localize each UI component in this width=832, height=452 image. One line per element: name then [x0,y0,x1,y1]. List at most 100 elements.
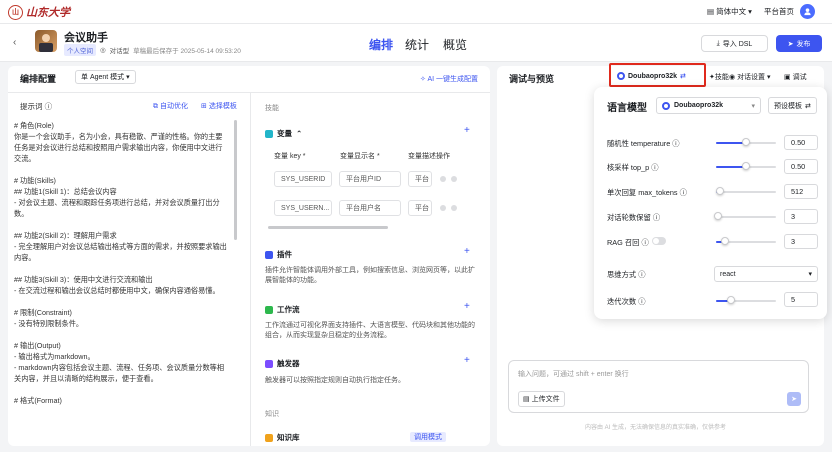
workflow-header[interactable]: 工作流 [265,304,300,315]
avatar[interactable] [800,4,815,19]
settings-slider-icon: ⇄ [805,102,811,110]
knowledge-section-label: 知识 [265,411,279,418]
var-row-actions[interactable] [440,205,457,211]
tab-overview[interactable]: 概览 [443,36,467,53]
add-workflow-button[interactable]: + [464,301,470,312]
knowledge-header[interactable]: 知识库 [265,432,300,443]
param-slider[interactable] [716,216,776,218]
preset-template-button[interactable]: 预设模板 ⇄ [768,97,817,114]
publish-button[interactable]: ➤ 发布 [776,35,822,52]
logo-text: 山东大学 [26,6,70,19]
auto-optimize-button[interactable]: ⧉ 自动优化 [153,101,188,111]
model-select[interactable]: Doubaopro32k ▾ [656,97,761,114]
chevron-down-icon: ▾ [751,102,755,110]
slider-handle[interactable] [727,296,735,304]
magic-icon: ✧ [420,76,426,83]
chat-placeholder: 输入问题，可通过 shift + enter 换行 [518,371,629,378]
var-header-key: 变量 key * [274,153,306,160]
preview-title: 调试与预览 [509,74,555,84]
var-desc-input[interactable]: 平台 [408,171,432,187]
param-row: 思维方式 ⓘ [607,270,646,279]
param-value-input[interactable]: 0.50 [784,159,818,174]
add-variable-button[interactable]: + [464,125,470,136]
app-avatar [35,30,57,52]
var-name-input[interactable]: 平台用户ID [339,171,401,187]
info-icon: ⓘ [44,102,53,111]
slider-handle[interactable] [713,212,722,220]
param-label: RAG 召回 ⓘ [607,238,649,247]
var-key-input[interactable]: SYS_USERID [274,171,332,187]
add-trigger-button[interactable]: + [464,355,470,366]
prompt-label: 提示词 ⓘ [20,102,53,111]
param-row: 迭代次数 ⓘ [607,297,646,306]
chevron-down-icon: ▾ [808,271,812,278]
tab-statistics[interactable]: 统计 [405,36,429,53]
optimize-icon: ⧉ [153,103,158,110]
prompt-editor[interactable]: # 角色(Role) 你是一个会议助手，名为小会，具有稳散、严谨的性格。你的主要… [14,120,228,406]
import-dsl-button[interactable]: ⤓ 导入 DSL [701,35,768,52]
knowledge-icon [265,433,273,442]
trigger-icon [265,359,273,368]
debug-button[interactable]: ▣ 调试 [784,72,807,82]
language-switch[interactable]: ▤ 简体中文 ▾ [707,6,752,17]
info-icon: ⓘ [638,270,646,279]
param-label: 随机性 temperature ⓘ [607,139,680,148]
divider [8,92,490,93]
highlight-box [609,63,706,87]
param-value-input[interactable]: 3 [784,234,818,249]
translate-icon: ▤ [707,7,715,16]
choose-template-button[interactable]: ⊞ 选择模板 [201,101,237,111]
var-desc-input[interactable]: 平台 [408,200,432,216]
user-icon [804,8,811,16]
variables-header[interactable]: 变量 ⌃ [265,128,302,139]
slider-handle[interactable] [742,138,750,146]
skills-button[interactable]: ✦技能 [709,72,729,82]
slider-handle[interactable] [715,187,724,195]
var-key-input[interactable]: SYS_USERN... [274,200,332,216]
app-meta: 个人空间 ◎ 对话型 草稿最后保存于 2025-05-14 09:53:20 [64,44,241,56]
send-button[interactable]: ➤ [787,392,801,406]
upload-file-button[interactable]: ▤ 上传文件 [518,391,565,407]
ai-generate-button[interactable]: ✧ AI 一键生成配置 [420,74,478,84]
slider-handle[interactable] [721,237,729,245]
info-icon: ⓘ [651,163,659,172]
send-icon: ➤ [791,396,797,403]
debug-icon: ▣ [784,74,791,81]
slider-handle[interactable] [742,162,750,170]
space-tag: 个人空间 [64,44,96,56]
info-icon: ⓘ [641,238,649,247]
info-icon: ⓘ [638,297,646,306]
var-header-actions: 操作 [436,153,450,160]
param-label: 单次回复 max_tokens ⓘ [607,188,687,197]
seal-icon: 山 [8,4,23,20]
agent-mode-select[interactable]: 单 Agent 模式 ▾ [75,70,136,84]
param-value-input[interactable]: 3 [784,209,818,224]
add-plugin-button[interactable]: + [464,246,470,257]
recall-mode-button[interactable]: 调用模式 [410,432,446,442]
param-label: 核采样 top_p ⓘ [607,163,659,172]
plugins-header[interactable]: 插件 [265,249,292,260]
reasoning-select[interactable]: react ▾ [714,266,818,282]
var-name-input[interactable]: 平台用户名 [339,200,401,216]
chevron-down-icon: ▾ [126,74,130,81]
var-table-scrollbar[interactable] [268,226,388,229]
prompt-scrollbar[interactable] [234,120,237,240]
param-value-input[interactable]: 512 [784,184,818,199]
chevron-down-icon: ▾ [748,7,752,16]
back-arrow-icon[interactable]: ‹ [13,37,16,48]
param-slider[interactable] [716,191,776,193]
param-label: 对话轮数保留 ⓘ [607,213,661,222]
plugins-desc: 插件允许智能体调用外部工具，例如搜索信息、浏览网页等，以此扩展智能体的功能。 [265,267,475,284]
tab-orchestrate[interactable]: 编排 [369,36,393,53]
param-value-input[interactable]: 0.50 [784,135,818,150]
var-row-actions[interactable] [440,176,457,182]
rag-toggle[interactable] [652,237,666,245]
app-title: 会议助手 [64,32,108,44]
trigger-header[interactable]: 触发器 [265,358,300,369]
divider [250,92,251,446]
home-link[interactable]: 平台首页 [764,6,794,17]
popup-title: 语言模型 [607,103,647,114]
university-logo[interactable]: 山 山东大学 [8,4,70,20]
dialog-settings-button[interactable]: ◉ 对话设置 ▾ [729,72,771,82]
iterations-input[interactable]: 5 [784,292,818,307]
